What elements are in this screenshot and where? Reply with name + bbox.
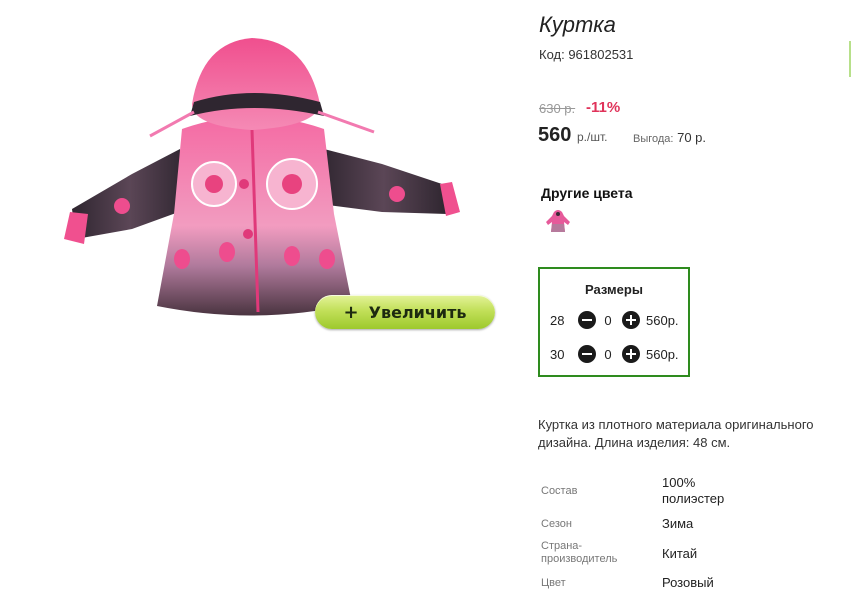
increase-quantity-icon[interactable] bbox=[622, 311, 640, 329]
spec-value: Китай bbox=[662, 546, 698, 561]
size-price: 560р. bbox=[646, 347, 679, 362]
green-edge-bar bbox=[849, 41, 851, 77]
size-price: 560р. bbox=[646, 313, 679, 328]
decrease-quantity-icon[interactable] bbox=[578, 311, 596, 329]
pink-jacket-thumbnail-icon bbox=[546, 210, 570, 232]
spec-value: Зима bbox=[662, 516, 694, 531]
jacket-illustration bbox=[64, 38, 460, 316]
color-swatch-pink[interactable] bbox=[544, 208, 572, 234]
savings: Выгода: 70 р. bbox=[633, 130, 706, 145]
increase-quantity-icon[interactable] bbox=[622, 345, 640, 363]
spec-label: Сезон bbox=[541, 518, 572, 530]
spec-label: Состав bbox=[541, 485, 578, 497]
sizes-box: Размеры 28 0 560р. 30 0 560р. bbox=[538, 267, 690, 377]
sizes-heading: Размеры bbox=[585, 282, 643, 297]
savings-label: Выгода: bbox=[633, 133, 674, 145]
spec-label: Страна-производитель bbox=[541, 540, 618, 565]
size-label: 28 bbox=[550, 313, 565, 328]
product-description: Куртка из плотного материала оригинально… bbox=[538, 417, 814, 450]
savings-value: 70 р. bbox=[677, 130, 707, 145]
spec-value: Розовый bbox=[662, 575, 714, 590]
price-unit: р./шт. bbox=[577, 130, 608, 144]
old-price: 630 р. bbox=[539, 101, 576, 116]
zoom-button[interactable]: + Увеличить bbox=[315, 295, 495, 329]
zoom-button-label: Увеличить bbox=[368, 302, 467, 322]
product-title: Куртка bbox=[539, 12, 616, 37]
product-code: Код: 961802531 bbox=[539, 47, 634, 62]
product-image[interactable] bbox=[62, 34, 462, 334]
other-colors-heading: Другие цвета bbox=[541, 185, 633, 201]
decrease-quantity-icon[interactable] bbox=[578, 345, 596, 363]
spec-label: Цвет bbox=[541, 577, 566, 589]
plus-icon: + bbox=[343, 301, 359, 323]
current-price: 560 bbox=[538, 124, 572, 146]
size-label: 30 bbox=[550, 347, 565, 362]
quantity-value: 0 bbox=[604, 313, 612, 328]
discount-badge: -11% bbox=[586, 99, 621, 116]
spec-value: 100% полиэстер bbox=[662, 475, 725, 506]
quantity-value: 0 bbox=[604, 347, 612, 362]
